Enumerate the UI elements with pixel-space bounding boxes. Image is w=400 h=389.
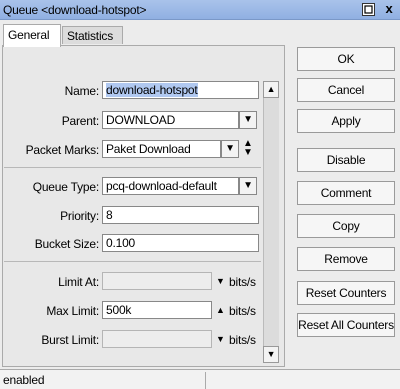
packet-marks-dropdown-icon[interactable]: ▼ bbox=[221, 140, 239, 158]
window-title: Queue <download-hotspot> bbox=[3, 3, 147, 17]
maximize-icon-glyph bbox=[364, 5, 373, 14]
bucket-size-field[interactable]: 0.100 bbox=[102, 234, 259, 252]
reset-all-counters-button[interactable]: Reset All Counters bbox=[297, 313, 395, 337]
separator bbox=[4, 167, 261, 168]
queue-type-dropdown[interactable]: pcq-download-default bbox=[102, 177, 239, 195]
packet-marks-dropdown[interactable]: Paket Download bbox=[102, 140, 221, 158]
status-bar bbox=[0, 369, 400, 389]
name-field[interactable]: download-hotspot bbox=[102, 81, 259, 99]
limit-at-dropdown-icon[interactable]: ▼ bbox=[216, 276, 225, 286]
priority-field[interactable]: 8 bbox=[102, 206, 259, 224]
ok-button[interactable]: OK bbox=[297, 47, 395, 71]
burst-limit-dropdown-icon[interactable]: ▼ bbox=[216, 334, 225, 344]
queue-type-dropdown-icon[interactable]: ▼ bbox=[239, 177, 257, 195]
remove-button[interactable]: Remove bbox=[297, 247, 395, 271]
comment-button[interactable]: Comment bbox=[297, 181, 395, 205]
burst-limit-field[interactable] bbox=[102, 330, 212, 348]
apply-button[interactable]: Apply bbox=[297, 109, 395, 133]
copy-button[interactable]: Copy bbox=[297, 214, 395, 238]
burst-limit-unit: bits/s bbox=[229, 333, 256, 347]
parent-dropdown[interactable]: DOWNLOAD bbox=[102, 111, 239, 129]
close-icon[interactable]: x bbox=[380, 2, 398, 16]
cancel-button[interactable]: Cancel bbox=[297, 78, 395, 102]
name-label: Name: bbox=[64, 84, 100, 98]
vertical-scrollbar[interactable] bbox=[263, 98, 279, 346]
disable-button[interactable]: Disable bbox=[297, 148, 395, 172]
limit-at-label: Limit At: bbox=[58, 275, 99, 289]
status-text: enabled bbox=[3, 373, 45, 387]
parent-dropdown-icon[interactable]: ▼ bbox=[239, 111, 257, 129]
scroll-down-icon[interactable]: ▼ bbox=[263, 346, 279, 363]
tab-general[interactable]: General bbox=[3, 24, 61, 47]
burst-limit-label: Burst Limit: bbox=[41, 333, 99, 347]
tab-statistics[interactable]: Statistics bbox=[62, 26, 123, 44]
name-value: download-hotspot bbox=[106, 83, 198, 97]
limit-at-field[interactable] bbox=[102, 272, 212, 290]
packet-marks-updown-icon[interactable]: ▲ ▼ bbox=[243, 139, 253, 158]
max-limit-dropdown-icon[interactable]: ▲ bbox=[216, 305, 225, 315]
parent-label: Parent: bbox=[61, 114, 99, 128]
max-limit-unit: bits/s bbox=[229, 304, 256, 318]
packet-marks-label: Packet Marks: bbox=[25, 143, 100, 157]
separator bbox=[4, 261, 261, 262]
priority-label: Priority: bbox=[60, 209, 99, 223]
status-divider bbox=[205, 372, 206, 389]
limit-at-unit: bits/s bbox=[229, 275, 256, 289]
scroll-up-icon[interactable]: ▲ bbox=[263, 81, 279, 98]
max-limit-label: Max Limit: bbox=[46, 304, 99, 318]
maximize-icon[interactable] bbox=[362, 3, 375, 16]
max-limit-field[interactable]: 500k bbox=[102, 301, 212, 319]
reset-counters-button[interactable]: Reset Counters bbox=[297, 281, 395, 305]
bucket-size-label: Bucket Size: bbox=[34, 237, 100, 251]
queue-type-label: Queue Type: bbox=[32, 180, 99, 194]
